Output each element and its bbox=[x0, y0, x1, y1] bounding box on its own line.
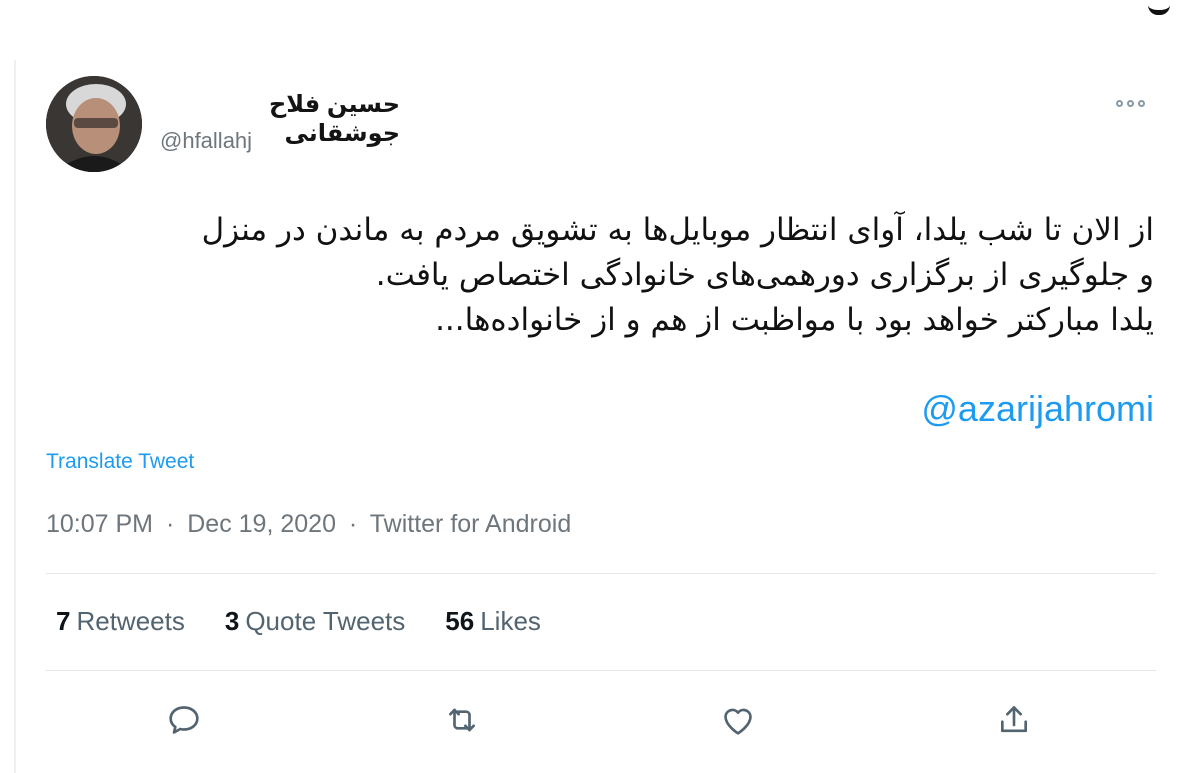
quote-tweets-count: 3 bbox=[224, 606, 240, 636]
retweets-stat[interactable]: 7 Retweets bbox=[56, 606, 185, 640]
tweet-meta: 10:07 PM · Dec 19, 2020 · Twitter for An… bbox=[46, 510, 571, 539]
likes-stat[interactable]: 56 Likes bbox=[445, 606, 541, 640]
author-handle[interactable]: @hfallahj bbox=[160, 128, 252, 154]
tweet-date: Dec 19, 2020 bbox=[187, 510, 336, 538]
header-fragment bbox=[1148, 0, 1170, 15]
divider bbox=[46, 670, 1156, 671]
tweet-actions bbox=[0, 700, 1200, 740]
reply-icon-glyph bbox=[169, 706, 199, 734]
heart-icon-glyph bbox=[724, 708, 752, 735]
divider bbox=[46, 573, 1156, 574]
tweet-line: و جلوگیری از برگزاری دورهمی‌های خانوادگی… bbox=[375, 257, 1154, 293]
tweet-source[interactable]: Twitter for Android bbox=[370, 510, 571, 538]
tweet-line: یلدا مبارکتر خواهد بود با مواظبت از هم و… bbox=[435, 302, 1154, 338]
meta-separator: · bbox=[348, 510, 358, 538]
tweet-text: از الان تا شب یلدا، آوای انتظار موبایل‌ه… bbox=[50, 208, 1154, 343]
heart-icon[interactable] bbox=[718, 700, 758, 740]
more-dot bbox=[1116, 99, 1123, 107]
tweet-time: 10:07 PM bbox=[46, 510, 154, 538]
meta-separator: · bbox=[165, 510, 175, 538]
share-icon[interactable] bbox=[994, 700, 1034, 740]
more-dot bbox=[1127, 99, 1134, 107]
retweets-count: 7 bbox=[56, 606, 71, 636]
tweet-stats: 7 Retweets 3 Quote Tweets 56 Likes bbox=[56, 606, 541, 640]
retweet-icon[interactable] bbox=[442, 700, 482, 740]
more-icon[interactable] bbox=[1116, 94, 1152, 112]
retweets-label: Retweets bbox=[76, 606, 185, 636]
more-dot bbox=[1138, 99, 1145, 107]
tweet-line: از الان تا شب یلدا، آوای انتظار موبایل‌ه… bbox=[201, 212, 1154, 248]
retweet-icon-glyph bbox=[449, 708, 475, 732]
share-icon-glyph bbox=[1001, 706, 1027, 733]
translate-tweet-link[interactable]: Translate Tweet bbox=[46, 450, 194, 474]
avatar-photo bbox=[46, 76, 142, 172]
mention-link[interactable]: @azarijahromi bbox=[860, 388, 1154, 430]
avatar[interactable] bbox=[46, 76, 142, 172]
likes-label: Likes bbox=[480, 606, 541, 636]
reply-icon[interactable] bbox=[164, 700, 204, 740]
quote-tweets-stat[interactable]: 3 Quote Tweets bbox=[225, 606, 405, 640]
quote-tweets-label: Quote Tweets bbox=[245, 606, 406, 636]
likes-count: 56 bbox=[445, 606, 475, 636]
